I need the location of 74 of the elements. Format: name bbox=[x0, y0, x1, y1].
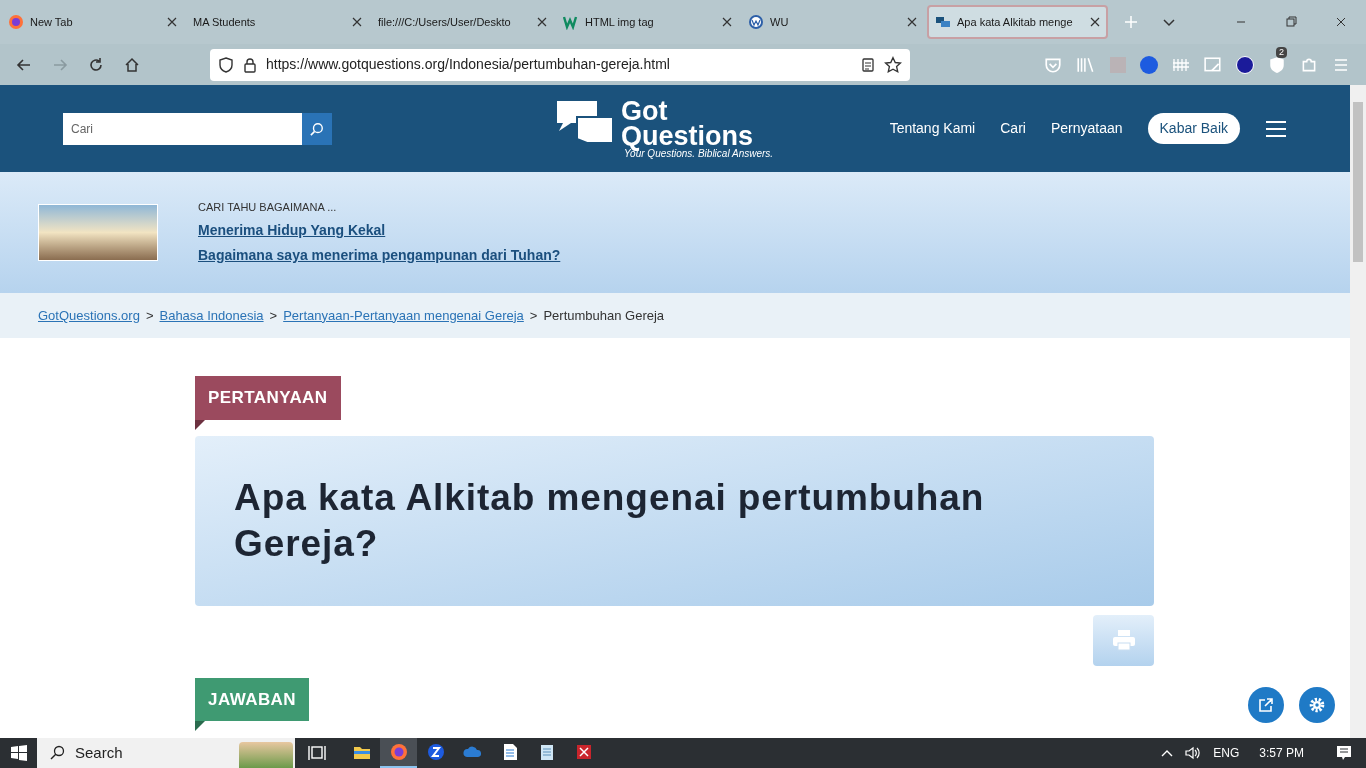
shield-extension-icon[interactable] bbox=[1268, 55, 1286, 74]
breadcrumb-link[interactable]: GotQuestions.org bbox=[38, 305, 140, 326]
good-news-button[interactable]: Kabar Baik bbox=[1147, 113, 1240, 144]
speaker-icon[interactable] bbox=[1185, 746, 1202, 760]
settings-icon bbox=[1308, 696, 1326, 714]
printer-icon bbox=[1111, 629, 1136, 651]
close-icon[interactable] bbox=[1334, 15, 1348, 29]
breadcrumb-link[interactable]: Bahasa Indonesia bbox=[159, 305, 264, 326]
search-field[interactable]: Cari bbox=[63, 112, 302, 145]
tab-title: file:///C:/Users/User/Deskto bbox=[378, 14, 512, 30]
label-tail bbox=[195, 721, 205, 731]
nav-link[interactable]: Cari bbox=[1000, 118, 1026, 139]
taskbar-search[interactable]: Search bbox=[37, 738, 295, 768]
tab-title: Apa kata Alkitab menge bbox=[957, 14, 1074, 30]
tab-title: New Tab bbox=[30, 14, 74, 30]
browser-tab[interactable]: Apa kata Alkitab menge bbox=[927, 5, 1108, 39]
close-icon[interactable] bbox=[722, 17, 732, 27]
search-icon bbox=[310, 121, 324, 136]
star-icon[interactable] bbox=[884, 55, 902, 74]
z-logo-icon bbox=[425, 742, 446, 762]
breadcrumb-link[interactable]: Pertanyaan-Pertanyaan mengenai Gereja bbox=[283, 305, 524, 326]
hero-link[interactable]: Menerima Hidup Yang Kekal bbox=[198, 219, 561, 241]
scrollbar[interactable] bbox=[1350, 85, 1366, 738]
question-title: Apa kata Alkitab mengenai pertumbuhan Gereja? bbox=[234, 475, 986, 566]
tab-title: MA Students bbox=[193, 14, 257, 30]
tab-title: HTML img tag bbox=[585, 14, 655, 30]
extension-icon[interactable] bbox=[1236, 55, 1254, 74]
close-icon[interactable] bbox=[1090, 17, 1100, 27]
logo-text: Got bbox=[621, 98, 668, 123]
close-icon[interactable] bbox=[352, 17, 362, 27]
breadcrumb-current: Pertumbuhan Gereja bbox=[543, 306, 665, 325]
breadcrumb-separator: > bbox=[145, 306, 154, 325]
search-button[interactable] bbox=[302, 112, 332, 145]
browser-tab[interactable]: file:///C:/Users/User/Deskto bbox=[372, 5, 553, 39]
lock-icon[interactable] bbox=[242, 56, 258, 73]
browser-tab[interactable]: WU bbox=[742, 5, 923, 39]
clock[interactable]: 3:57 PM bbox=[1259, 744, 1304, 762]
close-icon[interactable] bbox=[907, 17, 917, 27]
logo-tagline: Your Questions. Biblical Answers. bbox=[624, 148, 774, 159]
breadcrumb-separator: > bbox=[269, 306, 278, 325]
restore-icon[interactable] bbox=[1284, 15, 1298, 29]
w-logo-icon bbox=[563, 14, 579, 30]
nav-link[interactable]: Tentang Kami bbox=[889, 118, 976, 139]
hero-link[interactable]: Bagaimana saya menerima pengampunan dari Tuhan? bbox=[198, 244, 561, 266]
chevron-up-icon[interactable] bbox=[1161, 748, 1174, 758]
site-icon bbox=[935, 14, 951, 30]
nav-link[interactable]: Pernyataan bbox=[1050, 118, 1123, 139]
close-icon[interactable] bbox=[537, 17, 547, 27]
scrollbar-thumb[interactable] bbox=[1353, 102, 1363, 262]
search-icon bbox=[49, 745, 65, 761]
tab-title: WU bbox=[770, 14, 790, 30]
question-label: PERTANYAAN bbox=[195, 376, 341, 420]
windows-logo-icon bbox=[10, 745, 27, 761]
notification-badge: 2 bbox=[1276, 46, 1287, 58]
label-tail bbox=[195, 419, 205, 430]
notifications-icon[interactable] bbox=[1336, 745, 1352, 761]
browser-tab[interactable]: New Tab bbox=[2, 5, 183, 39]
browser-logo-icon bbox=[8, 14, 24, 30]
breadcrumb-separator: > bbox=[529, 306, 538, 325]
answer-label: JAWABAN bbox=[195, 677, 309, 721]
share-icon bbox=[1258, 697, 1274, 713]
menu-icon[interactable] bbox=[1265, 119, 1287, 138]
shield-icon[interactable] bbox=[218, 56, 234, 73]
browser-logo-icon bbox=[388, 742, 409, 762]
address-bar[interactable]: https://www.gotquestions.org/Indonesia/pertumbuhan-gereja.html bbox=[210, 48, 910, 81]
browser-tab[interactable]: MA Students bbox=[187, 5, 368, 39]
reader-view-icon[interactable] bbox=[860, 56, 876, 73]
browser-tab[interactable]: HTML img tag bbox=[557, 5, 738, 39]
language-indicator[interactable]: ENG bbox=[1213, 744, 1240, 762]
url-text: https://www.gotquestions.org/Indonesia/pertumbuhan-gereja.html bbox=[266, 55, 671, 74]
hero-kicker: CARI TAHU BAGAIMANA ... bbox=[198, 200, 338, 216]
logo-text: Questions bbox=[621, 122, 754, 149]
speech-bubbles-logo-icon bbox=[555, 98, 615, 145]
close-icon[interactable] bbox=[167, 17, 177, 27]
